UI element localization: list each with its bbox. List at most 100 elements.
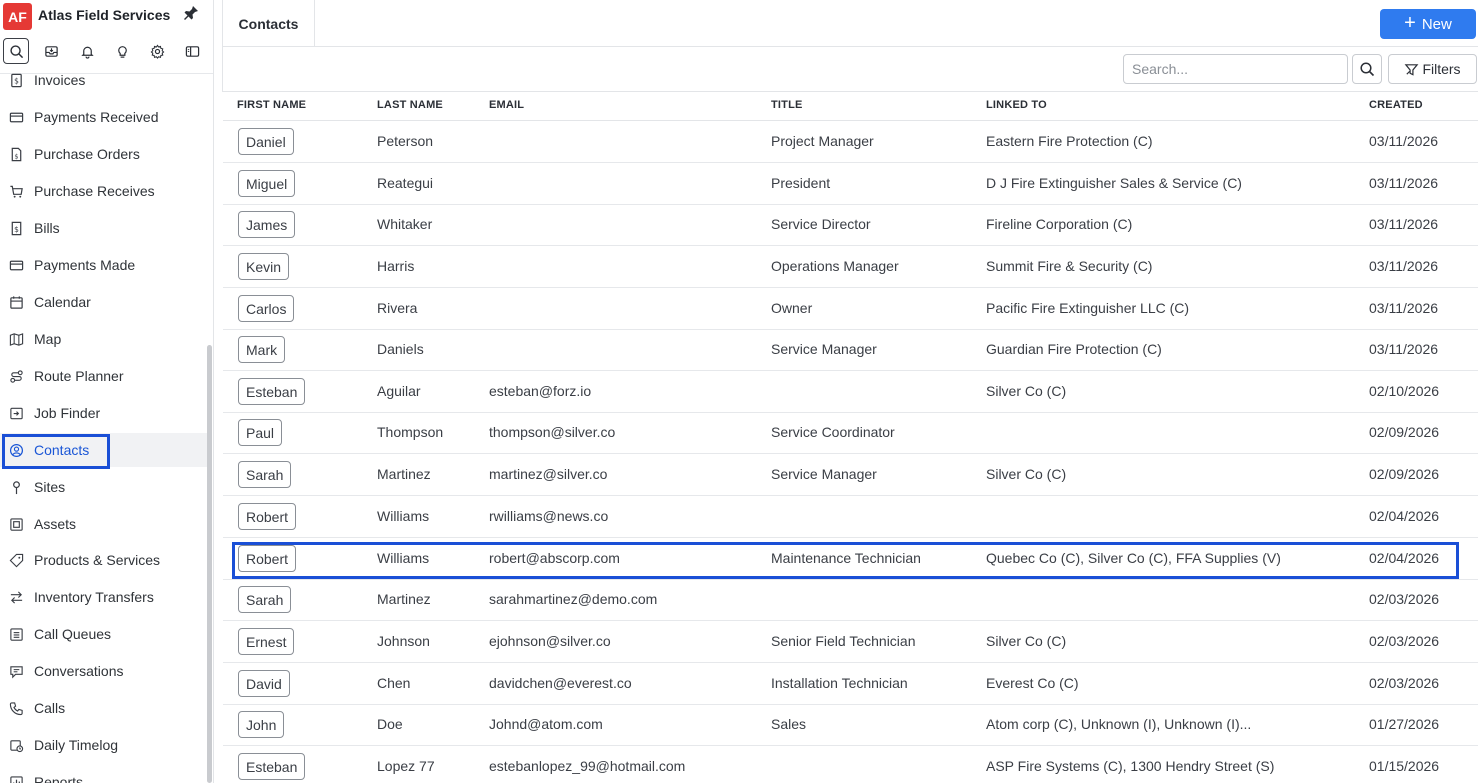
column-header-created[interactable]: CREATED <box>1369 99 1423 111</box>
sidebar-item-route-planner[interactable]: Route Planner <box>0 359 210 393</box>
new-button[interactable]: + New <box>1380 9 1476 39</box>
table-row[interactable]: Miguel Reategui President D J Fire Extingui… <box>223 163 1478 205</box>
first-name-cell[interactable]: Daniel <box>238 128 294 155</box>
sidebar-item-label: Purchase Receives <box>34 183 155 199</box>
title-cell: Service Manager <box>771 341 877 357</box>
sidebar-item-calls[interactable]: Calls <box>0 691 210 725</box>
title-cell: President <box>771 175 831 191</box>
created-cell: 02/10/2026 <box>1369 383 1440 399</box>
table-row[interactable]: Kevin Harris Operations Manager Summit Fire… <box>223 246 1478 288</box>
table-row[interactable]: Robert Williams rwilliams@news.co 02/04/202… <box>223 496 1478 538</box>
created-cell: 02/09/2026 <box>1369 466 1440 482</box>
search-button[interactable] <box>1352 54 1382 84</box>
table-row[interactable]: David Chen davidchen@everest.co Installatio… <box>223 663 1478 705</box>
created-cell: 01/15/2026 <box>1369 758 1440 774</box>
sidebar-item-payments-received[interactable]: Payments Received <box>0 100 210 134</box>
first-name-cell[interactable]: Esteban <box>238 753 306 780</box>
sidebar-item-map[interactable]: Map <box>0 322 210 356</box>
route-icon <box>8 368 24 384</box>
sidebar-item-job-finder[interactable]: Job Finder <box>0 396 210 430</box>
gear-icon[interactable] <box>144 38 170 64</box>
brand-header[interactable]: AF Atlas Field Services <box>0 0 213 36</box>
sidebar-item-call-queues[interactable]: Call Queues <box>0 617 210 651</box>
column-header-last-name[interactable]: LAST NAME <box>377 99 443 111</box>
linked-cell: Silver Co (C) <box>986 633 1067 649</box>
first-name-cell[interactable]: Sarah <box>238 586 292 613</box>
column-header-title[interactable]: TITLE <box>771 99 803 111</box>
sidebar-item-label: Assets <box>34 516 77 532</box>
title-cell: Service Director <box>771 216 871 232</box>
lightbulb-icon[interactable] <box>109 38 135 64</box>
sidebar-item-inventory-transfers[interactable]: Inventory Transfers <box>0 580 210 614</box>
first-name-cell[interactable]: Kevin <box>238 253 290 280</box>
brand-logo: AF <box>3 3 32 30</box>
table-row[interactable]: Ernest Johnson ejohnson@silver.co Senior Fi… <box>223 621 1478 663</box>
search-icon[interactable] <box>3 38 29 64</box>
filters-button[interactable]: Filters <box>1388 54 1477 84</box>
table-row[interactable]: Esteban Aguilar esteban@forz.io Silver Co (… <box>223 371 1478 413</box>
bell-icon[interactable] <box>74 38 100 64</box>
sidebar-item-reports[interactable]: Reports <box>0 765 210 783</box>
table-row[interactable]: Carlos Rivera Owner Pacific Fire Extinguish… <box>223 288 1478 330</box>
job-finder-icon <box>8 405 24 421</box>
sidebar-item-label: Reports <box>34 774 84 783</box>
sidebar-item-payments-made[interactable]: Payments Made <box>0 248 210 282</box>
sidebar-scrollbar[interactable] <box>207 345 212 783</box>
contacts-highlight-box <box>2 434 110 469</box>
first-name-cell[interactable]: Esteban <box>238 378 306 405</box>
chat-icon <box>8 663 24 679</box>
table-row[interactable]: Esteban Lopez 77 estebanlopez_99@hotmail.c… <box>223 746 1478 783</box>
table-row[interactable]: Paul Thompson thompson@silver.co Service Co… <box>223 412 1478 454</box>
sidebar-item-bills[interactable]: $ Bills <box>0 211 210 245</box>
table-row[interactable]: John Doe Johnd@atom.com Sales Atom corp (C),… <box>223 704 1478 746</box>
first-name-cell[interactable]: Mark <box>238 336 286 363</box>
sidebar-item-invoices[interactable]: $ Invoices <box>0 63 210 97</box>
inbox-icon[interactable] <box>38 38 64 64</box>
sidebar-item-label: Products & Services <box>34 552 161 568</box>
column-header-first-name[interactable]: FIRST NAME <box>237 99 306 111</box>
last-cell: Martinez <box>377 466 431 482</box>
first-name-cell[interactable]: Paul <box>238 419 283 446</box>
linked-cell: Atom corp (C), Unknown (I), Unknown (I).… <box>986 716 1252 732</box>
sidebar-item-daily-timelog[interactable]: Daily Timelog <box>0 728 210 762</box>
column-header-email[interactable]: EMAIL <box>489 99 524 111</box>
panel-icon[interactable] <box>179 38 205 64</box>
tab-contacts[interactable]: Contacts <box>223 0 315 47</box>
linked-cell: Eastern Fire Protection (C) <box>986 133 1153 149</box>
sidebar-item-products-services[interactable]: Products & Services <box>0 543 210 577</box>
table-row[interactable]: Sarah Martinez sarahmartinez@demo.com 02/03… <box>223 579 1478 621</box>
table-row[interactable]: Sarah Martinez martinez@silver.co Service M… <box>223 454 1478 496</box>
calendar-icon <box>8 294 24 310</box>
first-name-cell[interactable]: Miguel <box>238 170 296 197</box>
sidebar-item-label: Payments Made <box>34 257 136 273</box>
sidebar-item-assets[interactable]: Assets <box>0 507 210 541</box>
table-row[interactable]: Mark Daniels Service Manager Guardian Fire … <box>223 329 1478 371</box>
pin-icon[interactable] <box>183 5 201 23</box>
title-cell: Sales <box>771 716 807 732</box>
sidebar-item-calendar[interactable]: Calendar <box>0 285 210 319</box>
title-cell: Owner <box>771 300 813 316</box>
column-header-linked-to[interactable]: LINKED TO <box>986 99 1047 111</box>
sidebar-item-conversations[interactable]: Conversations <box>0 654 210 688</box>
first-name-cell[interactable]: James <box>238 211 296 238</box>
row-highlight-box <box>232 542 1459 579</box>
queue-icon <box>8 626 24 642</box>
table-row[interactable]: Daniel Peterson Project Manager Eastern Fir… <box>223 121 1478 163</box>
first-name-cell[interactable]: Robert <box>238 503 297 530</box>
search-input[interactable] <box>1123 54 1348 84</box>
last-cell: Lopez 77 <box>377 758 435 774</box>
first-name-cell[interactable]: Sarah <box>238 461 292 488</box>
first-name-cell[interactable]: Carlos <box>238 295 295 322</box>
first-name-cell[interactable]: John <box>238 711 285 738</box>
last-cell: Williams <box>377 508 430 524</box>
first-name-cell[interactable]: Ernest <box>238 628 295 655</box>
first-name-cell[interactable]: David <box>238 670 290 697</box>
table-row[interactable]: James Whitaker Service Director Fireline Co… <box>223 204 1478 246</box>
email-cell: ejohnson@silver.co <box>489 633 611 649</box>
sidebar-item-sites[interactable]: Sites <box>0 470 210 504</box>
linked-cell: D J Fire Extinguisher Sales & Service (C… <box>986 175 1242 191</box>
sidebar-item-purchase-receives[interactable]: Purchase Receives <box>0 174 210 208</box>
sidebar-item-label: Purchase Orders <box>34 146 140 162</box>
transfer-icon <box>8 589 24 605</box>
sidebar-item-purchase-orders[interactable]: $ Purchase Orders <box>0 137 210 171</box>
